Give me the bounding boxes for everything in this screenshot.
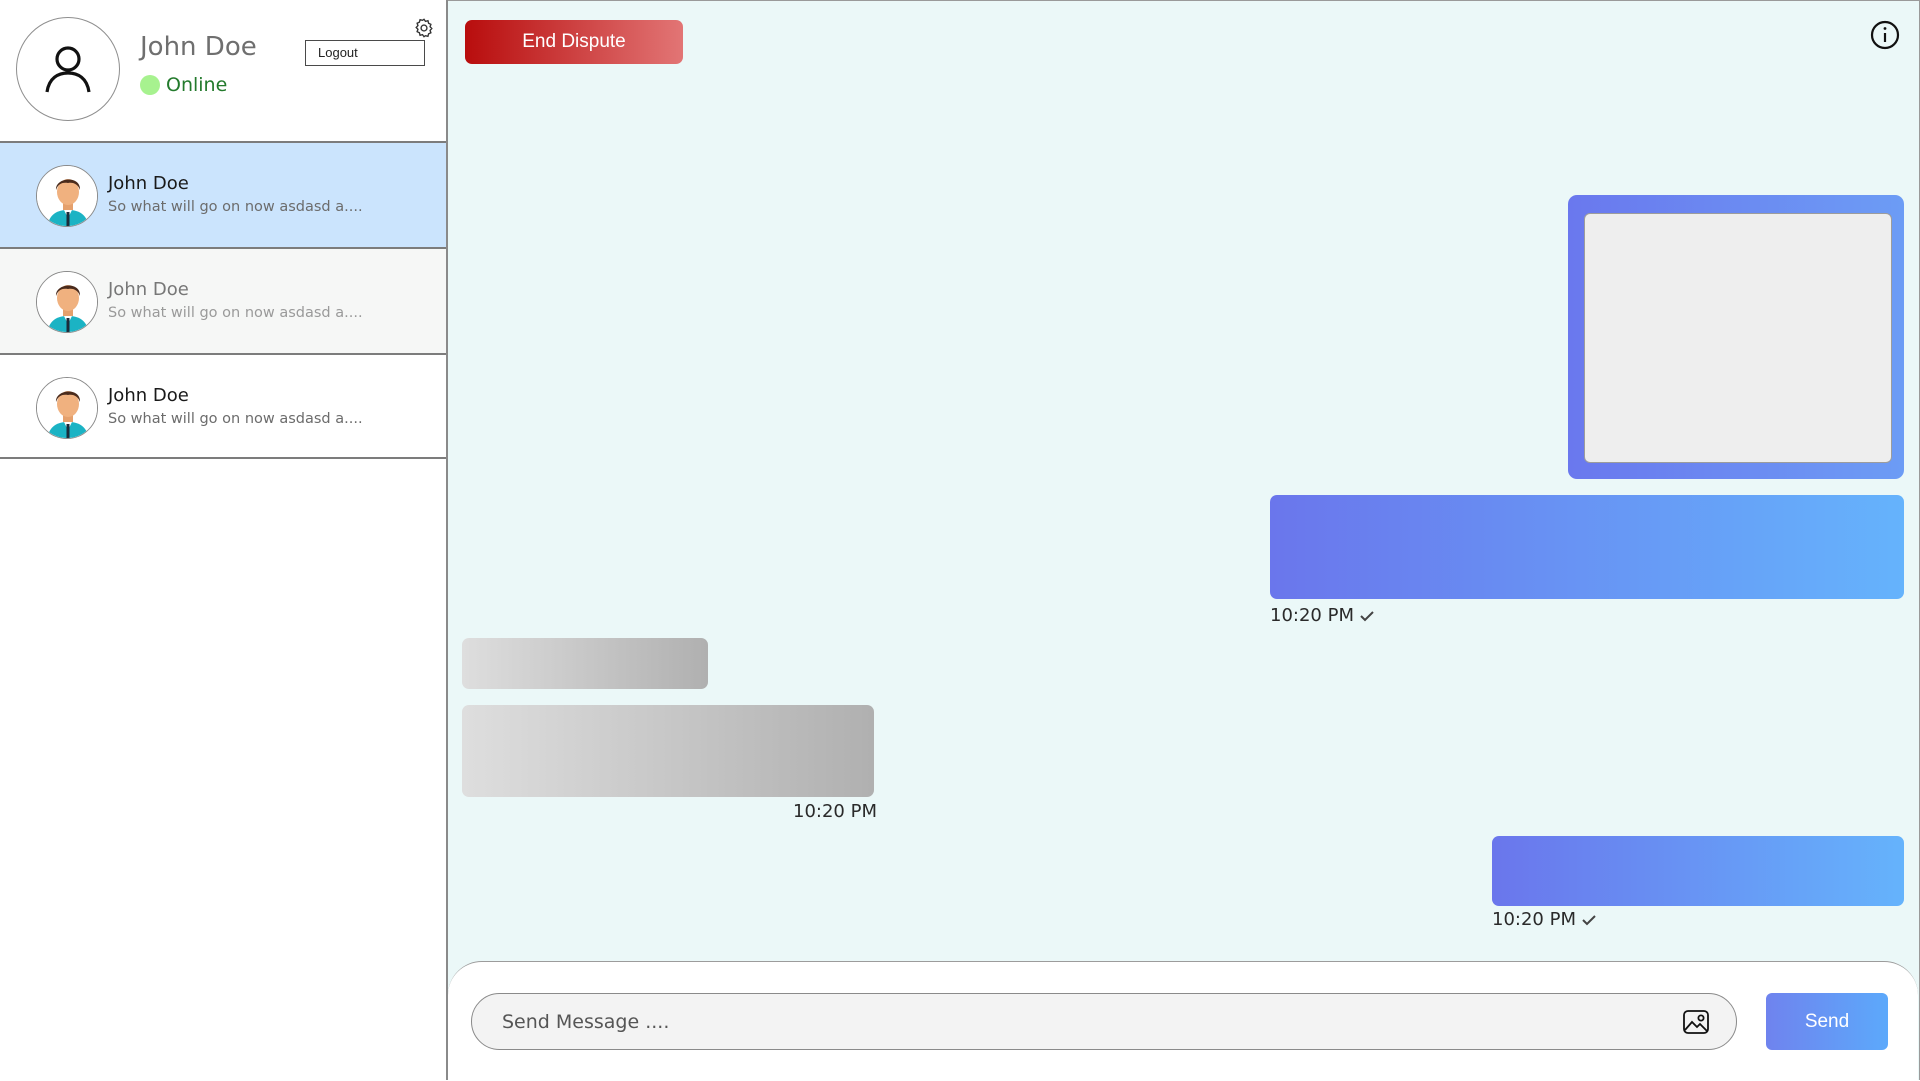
conversation-list: John Doe So what will go on now asdasd a…	[0, 141, 446, 459]
message-timestamp: 10:20 PM	[1492, 909, 1596, 930]
incoming-message-bubble[interactable]	[462, 638, 708, 689]
message-preview: So what will go on now asdasd a....	[108, 199, 363, 215]
profile-header: John Doe Online Logout	[0, 0, 446, 141]
chat-panel: End Dispute 10:20 PM 10:20 PM 10:20 PM S…	[448, 0, 1920, 1081]
image-preview[interactable]	[1584, 213, 1892, 463]
online-status: Online	[140, 74, 227, 96]
incoming-message-bubble[interactable]	[462, 705, 874, 797]
user-avatar-icon[interactable]	[16, 17, 120, 121]
timestamp-text: 10:20 PM	[1492, 909, 1576, 930]
sidebar: John Doe Online Logout John Doe So what …	[0, 0, 448, 1080]
contact-avatar	[36, 271, 98, 333]
conversation-item[interactable]: John Doe So what will go on now asdasd a…	[0, 247, 446, 353]
contact-name: John Doe	[108, 385, 189, 406]
message-timestamp: 10:20 PM	[1270, 605, 1374, 626]
contact-name: John Doe	[108, 279, 189, 300]
gear-icon[interactable]	[413, 17, 435, 39]
status-text: Online	[166, 74, 228, 96]
message-preview: So what will go on now asdasd a....	[108, 411, 363, 427]
timestamp-text: 10:20 PM	[1270, 605, 1354, 626]
conversation-item[interactable]: John Doe So what will go on now asdasd a…	[0, 353, 446, 459]
timestamp-text: 10:20 PM	[793, 801, 877, 822]
end-dispute-button[interactable]: End Dispute	[465, 20, 683, 64]
contact-avatar	[36, 377, 98, 439]
image-attach-icon[interactable]	[1682, 1008, 1710, 1036]
outgoing-message-bubble[interactable]	[1270, 495, 1904, 599]
outgoing-message-bubble[interactable]	[1492, 836, 1904, 906]
send-button[interactable]: Send	[1766, 993, 1888, 1050]
message-input[interactable]	[471, 993, 1737, 1050]
profile-name: John Doe	[140, 32, 257, 62]
check-icon	[1360, 610, 1374, 621]
contact-avatar	[36, 165, 98, 227]
message-timestamp: 10:20 PM	[793, 801, 877, 822]
info-icon[interactable]	[1869, 19, 1901, 51]
conversation-item[interactable]: John Doe So what will go on now asdasd a…	[0, 141, 446, 247]
check-icon	[1582, 914, 1596, 925]
online-dot-icon	[140, 75, 160, 95]
logout-button[interactable]: Logout	[305, 40, 425, 66]
message-preview: So what will go on now asdasd a....	[108, 305, 363, 321]
message-composer: Send	[448, 961, 1918, 1081]
contact-name: John Doe	[108, 173, 189, 194]
outgoing-image-message[interactable]	[1568, 195, 1904, 479]
